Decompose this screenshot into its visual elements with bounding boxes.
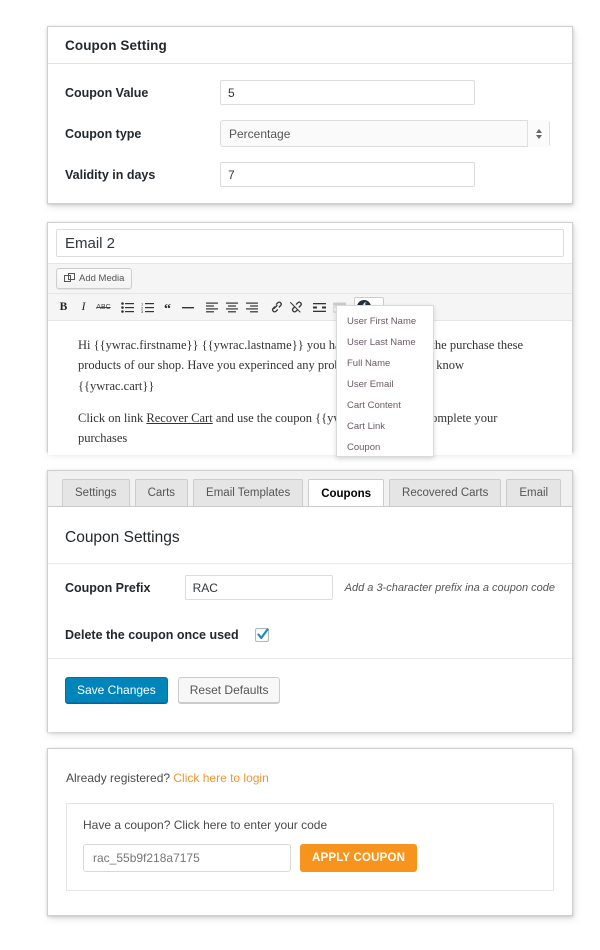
coupon-setting-header: Coupon Setting	[48, 27, 572, 64]
media-bar: Add Media	[48, 263, 572, 294]
menu-item-cart-link[interactable]: Cart Link	[337, 416, 433, 437]
coupon-prefix-hint: Add a 3-character prefix ina a coupon co…	[344, 581, 555, 594]
field-row-coupon-prefix: Coupon Prefix Add a 3-character prefix i…	[65, 564, 555, 611]
field-row-coupon-value: Coupon Value	[65, 72, 555, 113]
insert-link-icon[interactable]	[266, 297, 285, 317]
apply-coupon-button[interactable]: APPLY COUPON	[300, 844, 418, 872]
menu-item-user-first-name[interactable]: User First Name	[337, 311, 433, 332]
coupon-type-label: Coupon type	[65, 126, 142, 141]
field-row-coupon-type: Coupon type Percentage	[65, 113, 555, 154]
coupon-prefix-label: Coupon Prefix	[65, 580, 151, 595]
email-title-wrap	[48, 223, 572, 263]
already-registered-text: Already registered?	[66, 771, 174, 785]
recover-cart-link[interactable]: Recover Cart	[146, 411, 212, 425]
coupon-value-input[interactable]	[220, 80, 475, 105]
coupon-settings-panel: Settings Carts Email Templates Coupons R…	[47, 470, 573, 732]
numbered-list-icon[interactable]: 1 2 3	[138, 297, 157, 317]
coupon-prefix-input[interactable]	[184, 575, 333, 600]
coupon-type-selected-value: Percentage	[229, 126, 291, 141]
coupon-form-box: Have a coupon? Click here to enter your …	[66, 803, 554, 891]
remove-link-icon[interactable]	[286, 297, 305, 317]
add-media-icon	[64, 273, 75, 284]
ywrac-placeholder-dropdown-menu[interactable]: User First Name User Last Name Full Name…	[336, 305, 434, 457]
menu-item-user-email[interactable]: User Email	[337, 374, 433, 395]
tab-carts[interactable]: Carts	[134, 479, 189, 506]
coupon-value-label: Coupon Value	[65, 85, 149, 100]
email-body-editor[interactable]: Hi {{ywrac.firstname}} {{ywrac.lastname}…	[48, 321, 572, 455]
align-left-icon[interactable]	[202, 297, 221, 317]
delete-coupon-checkbox[interactable]	[255, 627, 269, 642]
menu-item-full-name[interactable]: Full Name	[337, 353, 433, 374]
menu-item-user-last-name[interactable]: User Last Name	[337, 332, 433, 353]
already-registered-row: Already registered? Click here to login	[66, 771, 554, 785]
enter-code-link[interactable]: Click here to enter your code	[174, 818, 327, 832]
insert-read-more-icon[interactable]	[310, 297, 329, 317]
email-body-paragraph-1: Hi {{ywrac.firstname}} {{ywrac.lastname}…	[78, 335, 546, 396]
checkout-coupon-panel: Already registered? Click here to login …	[47, 748, 573, 916]
bold-icon[interactable]: B	[54, 297, 73, 317]
have-a-coupon-row: Have a coupon? Click here to enter your …	[83, 818, 537, 832]
menu-item-cart-content[interactable]: Cart Content	[337, 395, 433, 416]
coupon-settings-fieldset: Coupon Prefix Add a 3-character prefix i…	[48, 563, 572, 659]
italic-icon[interactable]: I	[74, 297, 93, 317]
section-title: Coupon Settings	[65, 529, 180, 546]
field-row-delete-coupon: Delete the coupon once used	[65, 611, 555, 658]
tab-email[interactable]: Email	[506, 479, 562, 506]
validity-days-input[interactable]	[220, 162, 475, 187]
form-actions: Save Changes Reset Defaults	[48, 659, 572, 703]
email-editor-panel: Add Media B I ABC 1 2 3	[47, 222, 573, 455]
add-media-label: Add Media	[79, 273, 125, 284]
tab-coupons[interactable]: Coupons	[308, 479, 385, 506]
tab-recovered-carts[interactable]: Recovered Carts	[389, 479, 502, 506]
svg-text:3: 3	[141, 309, 144, 313]
align-right-icon[interactable]	[242, 297, 261, 317]
field-row-validity-days: Validity in days	[65, 154, 555, 195]
email-body-paragraph-2: Click on link Recover Cart and use the c…	[78, 408, 546, 449]
save-changes-button[interactable]: Save Changes	[65, 677, 168, 703]
tab-email-templates[interactable]: Email Templates	[193, 479, 304, 506]
editor-toolbar: B I ABC 1 2 3 “	[48, 294, 572, 321]
checkmark-icon	[257, 627, 269, 639]
add-media-button[interactable]: Add Media	[56, 268, 133, 289]
login-link[interactable]: Click here to login	[173, 771, 268, 785]
select-stepper-icon[interactable]	[527, 120, 549, 147]
coupon-type-select[interactable]: Percentage	[220, 120, 550, 147]
coupon-apply-row: APPLY COUPON	[83, 844, 537, 872]
horizontal-rule-icon[interactable]	[178, 297, 197, 317]
email-body-text-2a: Click on link	[78, 410, 147, 425]
delete-coupon-label: Delete the coupon once used	[65, 627, 239, 642]
checkout-inner: Already registered? Click here to login …	[48, 749, 572, 909]
screenshot-root: Coupon Setting Coupon Value Coupon type …	[0, 0, 600, 950]
email-body-cart-token: {{ywrac.cart}}	[78, 378, 155, 393]
coupon-code-input[interactable]	[83, 844, 291, 872]
email-body-text-1: Hi {{ywrac.firstname}} {{ywrac.lastname}…	[78, 338, 524, 373]
coupon-setting-body: Coupon Value Coupon type Percentage Vali…	[48, 72, 572, 195]
coupon-setting-panel: Coupon Setting Coupon Value Coupon type …	[47, 26, 573, 204]
align-center-icon[interactable]	[222, 297, 241, 317]
bulleted-list-icon[interactable]	[118, 297, 137, 317]
email-title-input[interactable]	[56, 229, 564, 257]
blockquote-icon[interactable]: “	[158, 297, 177, 317]
reset-defaults-button[interactable]: Reset Defaults	[177, 677, 281, 703]
tab-bar: Settings Carts Email Templates Coupons R…	[48, 471, 572, 507]
coupon-settings-body: Coupon Settings Coupon Prefix Add a 3-ch…	[48, 507, 572, 732]
strikethrough-icon[interactable]: ABC	[94, 297, 113, 317]
page-title: Coupon Setting	[65, 37, 167, 53]
tab-settings[interactable]: Settings	[62, 479, 130, 506]
menu-item-coupon[interactable]: Coupon	[337, 437, 433, 458]
validity-days-label: Validity in days	[65, 167, 156, 182]
have-a-coupon-text: Have a coupon?	[83, 818, 174, 832]
